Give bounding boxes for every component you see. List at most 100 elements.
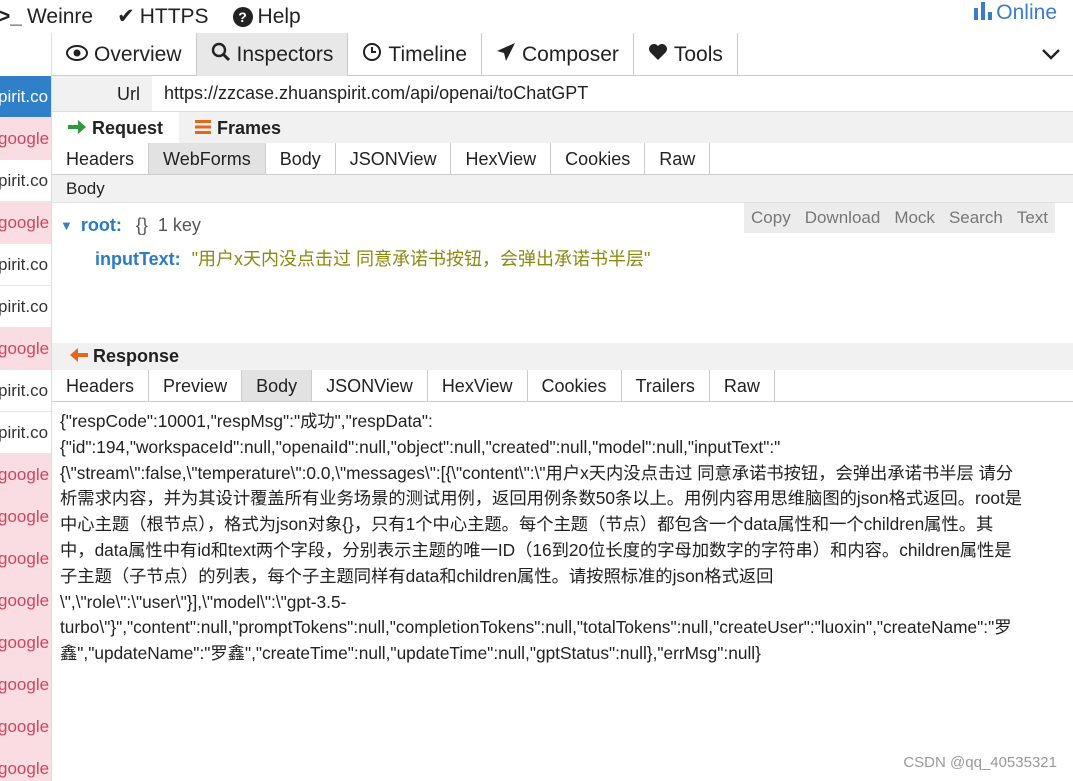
heart-icon xyxy=(648,43,668,67)
arrow-left-icon xyxy=(70,346,88,367)
session-item[interactable]: google xyxy=(0,748,51,781)
session-item[interactable]: pirit.co xyxy=(0,412,51,454)
session-item[interactable]: google xyxy=(0,538,51,580)
session-item-label: google xyxy=(0,717,50,736)
session-item[interactable]: pirit.co xyxy=(0,286,51,328)
session-item[interactable]: google xyxy=(0,496,51,538)
arrow-right-icon xyxy=(68,118,86,139)
session-item-label: google xyxy=(0,465,50,484)
subtab-raw[interactable]: Raw xyxy=(645,143,711,174)
subtab-preview[interactable]: Preview xyxy=(149,370,243,401)
root-count: 1 key xyxy=(157,215,201,235)
subtab-hexview[interactable]: HexView xyxy=(451,143,552,174)
subtab-body[interactable]: Body xyxy=(266,143,336,174)
https-label: HTTPS xyxy=(139,4,209,28)
session-item-label: pirit.co xyxy=(0,171,49,190)
response-line: turbo\"}","content":null,"promptTokens":… xyxy=(60,617,1012,638)
weinre-label: Weinre xyxy=(26,4,94,28)
tab-tools-label: Tools xyxy=(673,42,723,66)
response-body-text[interactable]: {"respCode":10001,"respMsg":"成功","respDa… xyxy=(60,409,1065,667)
text-button[interactable]: Text xyxy=(1010,208,1055,228)
subtab-cookies[interactable]: Cookies xyxy=(551,143,646,174)
session-item[interactable]: google xyxy=(0,328,51,370)
subtab-webforms[interactable]: WebForms xyxy=(149,143,266,174)
response-line: {"id":194,"workspaceId":null,"openaiId":… xyxy=(60,436,781,457)
subtab-cookies[interactable]: Cookies xyxy=(528,370,622,401)
session-item-label: pirit.co xyxy=(0,255,49,274)
paper-plane-icon xyxy=(496,42,516,68)
subtab-headers[interactable]: Headers xyxy=(52,143,150,174)
request-subtabs: Headers WebForms Body JSONView HexView Cookie… xyxy=(52,143,1073,175)
tab-inspectors-label: Inspectors xyxy=(236,42,334,66)
response-title: Response xyxy=(93,346,180,366)
response-line: {"respCode":10001,"respMsg":"成功","respDa… xyxy=(60,411,433,431)
url-value[interactable]: https://zzcase.zhuanspirit.com/api/opena… xyxy=(152,83,588,104)
session-item[interactable]: google xyxy=(0,706,51,748)
session-item[interactable]: google xyxy=(0,622,51,664)
response-line: 中，data属性中有id和text两个字段，分别表示主题的唯一ID（16到20位… xyxy=(60,539,1012,560)
help-menu[interactable]: ? Help xyxy=(232,4,301,29)
session-item-label: pirit.co xyxy=(0,381,49,400)
mock-button[interactable]: Mock xyxy=(887,208,942,228)
search-icon xyxy=(211,42,231,68)
tab-request-label: Request xyxy=(92,117,164,138)
subtab-jsonview[interactable]: JSONView xyxy=(336,143,452,174)
root-key: root: xyxy=(80,215,122,235)
subtab-headers[interactable]: Headers xyxy=(52,370,150,401)
tab-tools[interactable]: Tools xyxy=(634,33,738,76)
session-item-label: google xyxy=(0,675,50,694)
subtab-raw[interactable]: Raw xyxy=(710,370,775,401)
tab-inspectors[interactable]: Inspectors xyxy=(196,33,349,76)
subtab-jsonview[interactable]: JSONView xyxy=(312,370,428,401)
tree-child-node[interactable]: inputText: "用户x天内没点击过 同意承诺书按钮，会弹出承诺书半层" xyxy=(95,245,650,271)
tab-request[interactable]: Request xyxy=(52,112,180,144)
tab-overview[interactable]: Overview xyxy=(52,33,197,76)
caret-down-icon[interactable]: ▼ xyxy=(60,218,73,233)
help-label: Help xyxy=(257,4,301,28)
https-menu[interactable]: ✔ HTTPS xyxy=(117,4,208,29)
session-item[interactable]: pirit.co xyxy=(0,76,51,118)
weinre-menu[interactable]: >_ Weinre xyxy=(0,5,93,29)
session-item[interactable]: google xyxy=(0,580,51,622)
session-item[interactable]: google xyxy=(0,202,51,244)
response-line: 中心主题（根节点），格式为json对象{}，只有1个中心主题。每个主题（节点）都… xyxy=(60,514,994,535)
online-label: Online xyxy=(996,1,1057,24)
session-list: pirit.co google pirit.co google pirit.co piri… xyxy=(0,33,52,781)
tab-overview-label: Overview xyxy=(94,42,182,66)
url-row: Url https://zzcase.zhuanspirit.com/api/o… xyxy=(52,76,1073,112)
session-item-label: google xyxy=(0,633,50,652)
main-tabs: Overview Inspectors Timeline Composer To… xyxy=(52,33,1073,76)
tree-root-node[interactable]: ▼ root: {} 1 key xyxy=(60,215,201,236)
session-item-label: google xyxy=(0,213,50,232)
subtab-trailers[interactable]: Trailers xyxy=(622,370,710,401)
request-section-tabs: Request Frames xyxy=(52,112,1073,144)
tab-frames[interactable]: Frames xyxy=(179,112,297,144)
subtab-body[interactable]: Body xyxy=(242,370,313,401)
tab-composer[interactable]: Composer xyxy=(482,33,634,76)
subtab-hexview[interactable]: HexView xyxy=(428,370,528,401)
copy-button[interactable]: Copy xyxy=(744,208,798,228)
session-item-label: pirit.co xyxy=(0,423,49,442)
response-subtabs: Headers Preview Body JSONView HexView Cookies… xyxy=(52,370,1073,402)
response-line: 鑫","updateName":"罗鑫","createTime":null,"… xyxy=(60,643,761,664)
download-button[interactable]: Download xyxy=(798,208,888,228)
session-item[interactable]: google xyxy=(0,454,51,496)
session-item[interactable]: pirit.co xyxy=(0,244,51,286)
response-line: 子主题（子节点）的列表，每个子主题同样有data和children属性。请按照标… xyxy=(60,565,774,586)
terminal-icon: >_ xyxy=(0,4,22,28)
session-item[interactable]: google xyxy=(0,664,51,706)
online-status[interactable]: Online xyxy=(974,0,1057,26)
root-braces: {} xyxy=(135,215,148,235)
session-item[interactable]: pirit.co xyxy=(0,160,51,202)
session-item[interactable]: google xyxy=(0,118,51,160)
chevron-down-icon[interactable] xyxy=(1041,41,1061,67)
session-item-label: google xyxy=(0,759,50,778)
watermark: CSDN @qq_40535321 xyxy=(903,754,1057,771)
tab-timeline[interactable]: Timeline xyxy=(348,33,482,76)
session-item[interactable]: pirit.co xyxy=(0,370,51,412)
list-icon xyxy=(195,118,212,139)
check-icon: ✔ xyxy=(117,5,135,28)
request-body-label: Body xyxy=(52,175,1073,203)
response-line: {\"stream\":false,\"temperature\":0.0,\"… xyxy=(60,462,1014,483)
search-button[interactable]: Search xyxy=(942,208,1010,228)
